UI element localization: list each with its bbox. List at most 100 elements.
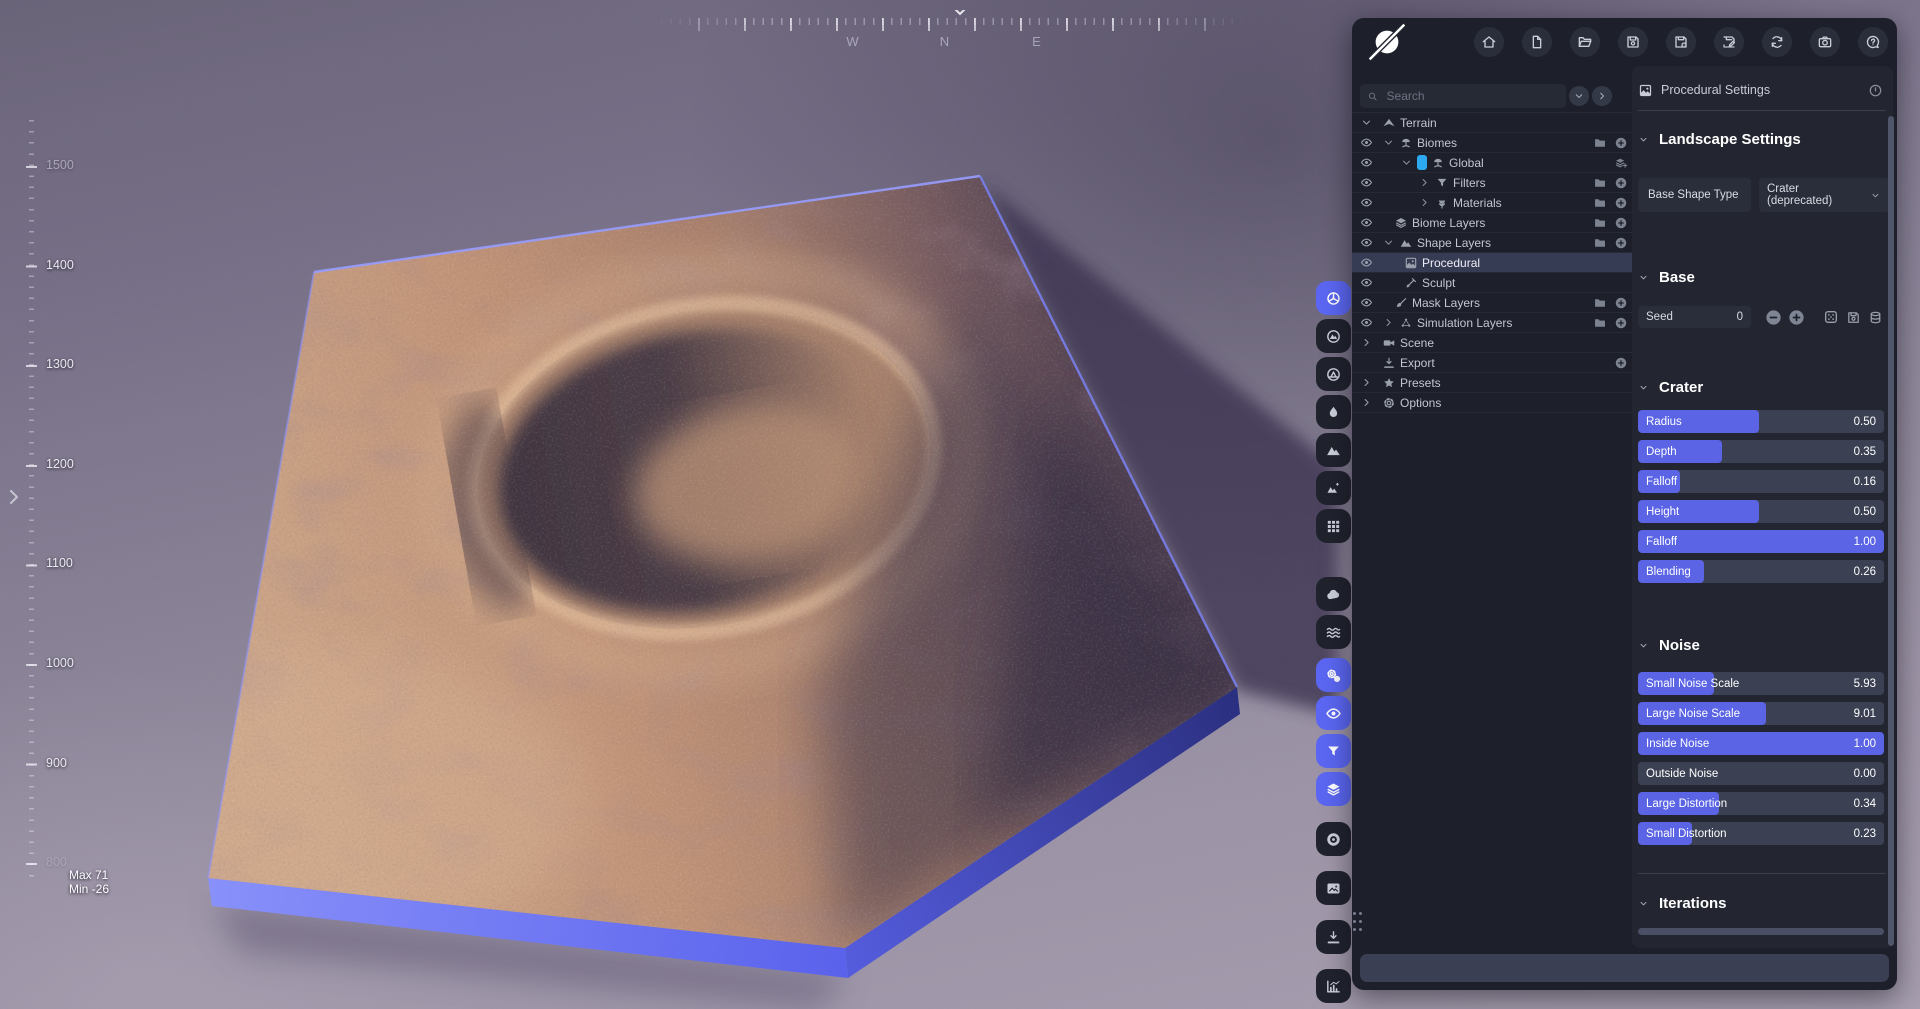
tree-item-procedural[interactable]: Procedural [1352, 253, 1636, 273]
reload-button[interactable] [1762, 27, 1792, 57]
tree-item-biomes[interactable]: Biomes [1352, 133, 1636, 153]
slider-outside-noise[interactable]: Outside Noise0.00 [1638, 762, 1884, 785]
toolbar-gears-button[interactable] [1316, 658, 1351, 692]
tree-item-materials[interactable]: Materials [1352, 193, 1636, 213]
folder-button-icon[interactable] [1593, 196, 1607, 210]
layers-plus-button-icon[interactable] [1614, 156, 1628, 170]
tree-expander[interactable] [1418, 196, 1431, 209]
section-iterations[interactable]: Iterations [1638, 894, 1727, 912]
randomize-seed-dice-icon[interactable] [1823, 309, 1839, 325]
slider-small-distortion[interactable]: Small Distortion0.23 [1638, 822, 1884, 845]
horizontal-scrollbar[interactable] [1638, 928, 1884, 935]
toolbar-wheel-button[interactable] [1316, 281, 1351, 315]
panel-toggle-icon[interactable] [1868, 83, 1883, 98]
slider-large-distortion[interactable]: Large Distortion0.34 [1638, 792, 1884, 815]
folder-button-icon[interactable] [1593, 296, 1607, 310]
save-preset-icon[interactable] [1846, 310, 1861, 325]
visibility-eye-toggle[interactable] [1360, 236, 1378, 249]
visibility-eye-toggle[interactable] [1360, 196, 1378, 209]
tree-item-mask-layers[interactable]: Mask Layers [1352, 293, 1636, 313]
section-landscape-settings[interactable]: Landscape Settings [1638, 130, 1801, 148]
toolbar-grid-button[interactable] [1316, 509, 1351, 543]
visibility-eye-toggle[interactable] [1360, 256, 1378, 269]
add-button-icon[interactable] [1614, 316, 1628, 330]
expand-left-panel-chevron[interactable] [8, 488, 20, 506]
panel-resize-handle[interactable] [1353, 912, 1363, 942]
preset-library-icon[interactable] [1868, 310, 1883, 325]
search-box[interactable] [1360, 84, 1566, 108]
tree-expander[interactable] [1382, 136, 1395, 149]
open-file-button[interactable] [1570, 27, 1600, 57]
add-button-icon[interactable] [1614, 196, 1628, 210]
visibility-eye-toggle[interactable] [1360, 156, 1378, 169]
add-button-icon[interactable] [1614, 136, 1628, 150]
slider-height[interactable]: Height0.50 [1638, 500, 1884, 523]
add-button-icon[interactable] [1614, 236, 1628, 250]
search-next-button[interactable] [1592, 86, 1612, 106]
add-button-icon[interactable] [1614, 296, 1628, 310]
tree-item-export[interactable]: Export [1352, 353, 1636, 373]
help-button[interactable] [1858, 27, 1888, 57]
tree-expander[interactable] [1400, 156, 1413, 169]
tree-item-global[interactable]: Global [1352, 153, 1636, 173]
tree-item-terrain[interactable]: Terrain [1352, 113, 1636, 133]
tree-item-shape-layers[interactable]: Shape Layers [1352, 233, 1636, 253]
compass-bar[interactable]: WNE [652, 10, 1252, 56]
slider-large-noise-scale[interactable]: Large Noise Scale9.01 [1638, 702, 1884, 725]
visibility-eye-toggle[interactable] [1360, 176, 1378, 189]
tree-item-filters[interactable]: Filters [1352, 173, 1636, 193]
folder-button-icon[interactable] [1593, 216, 1607, 230]
slider-radius[interactable]: Radius0.50 [1638, 410, 1884, 433]
tree-expander[interactable] [1360, 116, 1378, 129]
slider-blending[interactable]: Blending0.26 [1638, 560, 1884, 583]
add-button-icon[interactable] [1614, 356, 1628, 370]
search-prev-button[interactable] [1569, 86, 1589, 106]
save-button[interactable] [1618, 27, 1648, 57]
tree-item-sculpt[interactable]: Sculpt [1352, 273, 1636, 293]
tree-expander[interactable] [1360, 396, 1378, 409]
search-input[interactable] [1385, 88, 1559, 104]
add-button-icon[interactable] [1614, 216, 1628, 230]
tree-expander[interactable] [1382, 316, 1395, 329]
visibility-eye-toggle[interactable] [1360, 276, 1378, 289]
visibility-eye-toggle[interactable] [1360, 316, 1378, 329]
seed-increment-icon[interactable] [1787, 308, 1806, 327]
section-base[interactable]: Base [1638, 268, 1695, 286]
slider-depth[interactable]: Depth0.35 [1638, 440, 1884, 463]
toolbar-filter-button[interactable] [1316, 734, 1351, 768]
visibility-eye-toggle[interactable] [1360, 136, 1378, 149]
toolbar-c-mountain-button[interactable] [1316, 319, 1351, 353]
seed-field[interactable]: Seed 0 [1638, 306, 1751, 328]
tree-item-biome-layers[interactable]: Biome Layers [1352, 213, 1636, 233]
toolbar-layers-button[interactable] [1316, 772, 1351, 806]
toolbar-image-button[interactable] [1316, 871, 1351, 905]
toolbar-record-button[interactable] [1316, 822, 1351, 856]
vertical-scrollbar[interactable] [1888, 116, 1894, 946]
section-noise[interactable]: Noise [1638, 636, 1700, 654]
add-button-icon[interactable] [1614, 176, 1628, 190]
toolbar-chart-button[interactable] [1316, 969, 1351, 1003]
toolbar-scene-button[interactable] [1316, 471, 1351, 505]
toolbar-c-mountain2-button[interactable] [1316, 357, 1351, 391]
home-button[interactable] [1474, 27, 1504, 57]
section-crater[interactable]: Crater [1638, 378, 1703, 396]
slider-inside-noise[interactable]: Inside Noise1.00 [1638, 732, 1884, 755]
save-as-button[interactable] [1666, 27, 1696, 57]
folder-button-icon[interactable] [1593, 176, 1607, 190]
visibility-eye-toggle[interactable] [1360, 216, 1378, 229]
tree-item-presets[interactable]: Presets [1352, 373, 1636, 393]
screenshot-button[interactable] [1810, 27, 1840, 57]
seed-decrement-icon[interactable] [1764, 308, 1783, 327]
tree-item-scene[interactable]: Scene [1352, 333, 1636, 353]
tree-item-options[interactable]: Options [1352, 393, 1636, 413]
tree-expander[interactable] [1418, 176, 1431, 189]
tree-expander[interactable] [1360, 336, 1378, 349]
folder-button-icon[interactable] [1593, 316, 1607, 330]
base-shape-type-dropdown[interactable]: Crater (deprecated) [1759, 178, 1889, 212]
slider-falloff[interactable]: Falloff1.00 [1638, 530, 1884, 553]
toolbar-waves-button[interactable] [1316, 615, 1351, 649]
slider-falloff[interactable]: Falloff0.16 [1638, 470, 1884, 493]
tree-item-simulation-layers[interactable]: Simulation Layers [1352, 313, 1636, 333]
folder-button-icon[interactable] [1593, 136, 1607, 150]
toolbar-drop-button[interactable] [1316, 395, 1351, 429]
